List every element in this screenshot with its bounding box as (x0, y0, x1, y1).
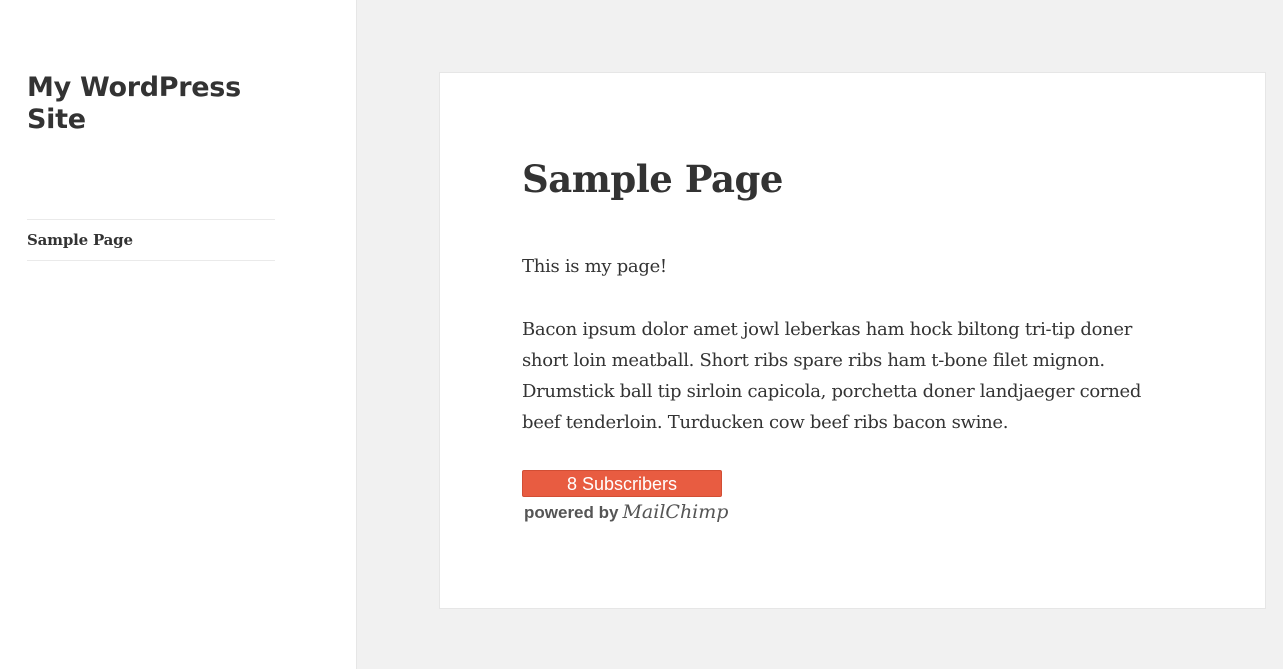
mailchimp-subscriber-widget: 8 Subscribers powered by MailChimp (522, 470, 728, 528)
powered-by-mailchimp[interactable]: powered by MailChimp (524, 501, 728, 524)
page-title: Sample Page (522, 157, 783, 201)
mailchimp-logo: MailChimp (622, 501, 729, 523)
sidebar: My WordPress Site Sample Page (0, 0, 357, 669)
subscribers-button[interactable]: 8 Subscribers (522, 470, 722, 497)
page-paragraph: This is my page! (522, 256, 667, 277)
main-navigation: Sample Page (27, 219, 275, 261)
nav-item-sample-page[interactable]: Sample Page (27, 220, 275, 261)
page-paragraph: Bacon ipsum dolor amet jowl leberkas ham… (522, 319, 1142, 433)
site-title[interactable]: My WordPress Site (27, 72, 267, 136)
page-article: Sample Page This is my page! Bacon ipsum… (439, 72, 1266, 609)
powered-by-label: powered by (524, 503, 619, 522)
